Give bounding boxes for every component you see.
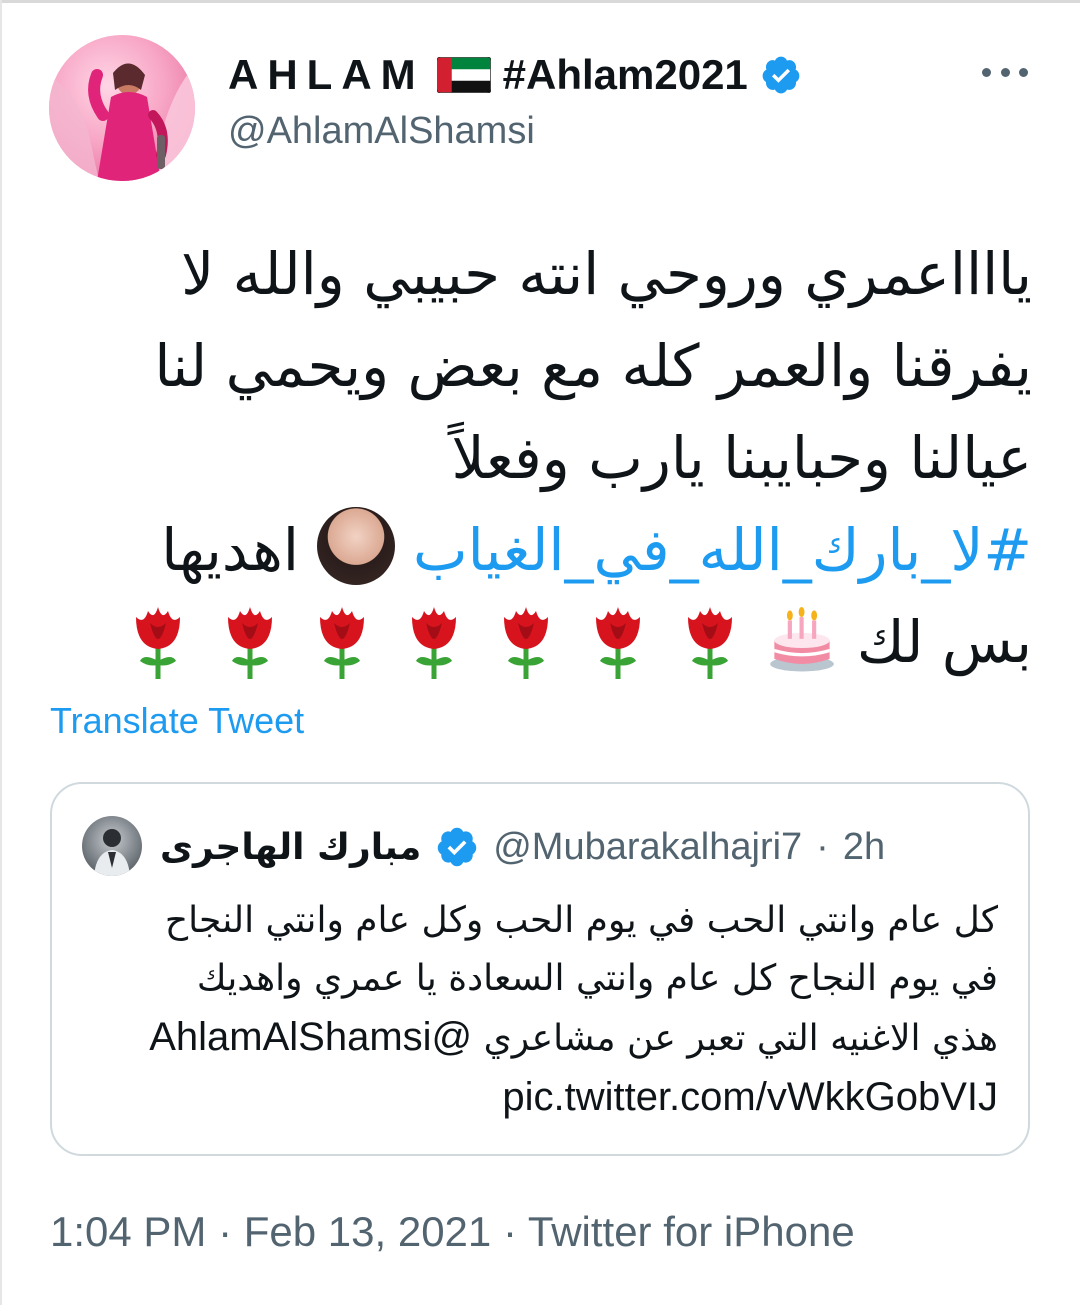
- hashtag-suffix-text: اهديها: [161, 516, 299, 584]
- quoted-separator: ·: [816, 825, 829, 868]
- tweet-text-line: يفرقنا والعمر كله مع بعض ويحمي لنا: [154, 332, 1032, 400]
- quoted-tweet-text: كل عام وانتي الحب في يوم الحب وكل عام وا…: [68, 892, 998, 1126]
- quoted-text-line: هذي الاغنيه التي تعبر عن مشاعري: [483, 1018, 998, 1059]
- tweet-text-line: يااااعمري وروحي انته حبيبي والله لا: [181, 240, 1032, 308]
- quoted-tweet-card[interactable]: مبارك الهاجرى @Mubarakalhajri7 · 2h كل ع…: [50, 782, 1030, 1156]
- author-name-text: AHLAM: [228, 51, 425, 98]
- tweet-text: يااااعمري وروحي انته حبيبي والله لا يفرق…: [32, 228, 1032, 689]
- meta-separator: ·: [502, 1208, 528, 1255]
- quoted-mention[interactable]: @AhlamAlShamsi: [149, 1015, 472, 1059]
- tweet-hashtag-line: #لا_بارك_الله_في_الغياب اهديها: [32, 504, 1032, 596]
- verified-badge-icon: [437, 827, 477, 867]
- author-handle[interactable]: @AhlamAlShamsi: [228, 110, 535, 153]
- rose-icon: [228, 606, 273, 679]
- author-name-hashtag: #Ahlam2021: [502, 51, 748, 98]
- quoted-avatar-image: [94, 829, 130, 876]
- author-display-name[interactable]: AHLAM #Ahlam2021: [228, 50, 802, 100]
- tweet-emoji-line: بس لك: [32, 596, 1032, 689]
- author-avatar[interactable]: [49, 35, 195, 181]
- last-line-text: بس لك: [856, 608, 1032, 676]
- quoted-header: مبارك الهاجرى @Mubarakalhajri7 · 2h: [160, 822, 885, 872]
- emoji-row: [122, 595, 838, 681]
- birthday-cake-icon: [770, 606, 835, 672]
- rose-icon: [504, 606, 549, 679]
- tweet-meta: 1:04 PM · Feb 13, 2021 · Twitter for iPh…: [50, 1208, 855, 1256]
- more-dot: [1019, 67, 1028, 77]
- quoted-display-name[interactable]: مبارك الهاجرى: [160, 827, 421, 868]
- face-emoji-icon: [317, 506, 395, 585]
- translate-tweet-link[interactable]: Translate Tweet: [50, 700, 304, 742]
- rose-icon: [688, 606, 733, 679]
- top-divider: [0, 0, 1080, 3]
- rose-icon: [412, 606, 457, 679]
- avatar-image: [49, 63, 195, 181]
- quoted-text-line-mention: هذي الاغنيه التي تعبر عن مشاعري @AhlamAl…: [68, 1008, 998, 1068]
- hashtag-link[interactable]: #لا_بارك_الله_في_الغياب: [413, 516, 1032, 584]
- rose-icon: [136, 606, 181, 679]
- quoted-text-line: كل عام وانتي الحب في يوم الحب وكل عام وا…: [164, 900, 998, 941]
- more-dot: [982, 67, 991, 77]
- left-divider: [0, 0, 2, 1305]
- rose-icon: [320, 606, 365, 679]
- quoted-author-avatar[interactable]: [82, 816, 142, 876]
- more-options-icon[interactable]: [982, 52, 1028, 92]
- tweet-source[interactable]: Twitter for iPhone: [528, 1208, 855, 1255]
- more-dot: [1000, 67, 1010, 77]
- tweet-text-line: عيالنا وحبايبنا يارب وفعلاً: [451, 424, 1032, 492]
- verified-badge-icon: [762, 56, 800, 94]
- quoted-time[interactable]: 2h: [843, 826, 885, 869]
- tweet-timestamp[interactable]: 1:04 PM · Feb 13, 2021: [50, 1208, 491, 1255]
- rose-icon: [596, 606, 641, 679]
- quoted-handle[interactable]: @Mubarakalhajri7: [493, 826, 802, 869]
- quoted-media-link[interactable]: pic.twitter.com/vWkkGobVIJ: [68, 1068, 998, 1126]
- quoted-text-line: في يوم النجاح كل عام وانتي السعادة يا عم…: [196, 958, 998, 999]
- uae-flag-icon: [436, 57, 491, 93]
